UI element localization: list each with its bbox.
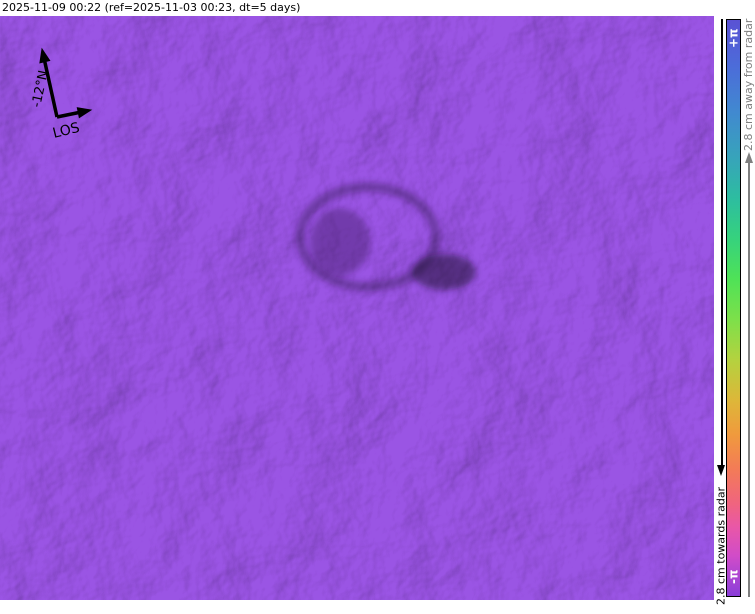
figure-title: 2025-11-09 00:22 (ref=2025-11-03 00:23, … — [0, 0, 755, 16]
orientation-compass: -12°N LOS — [16, 34, 136, 159]
colorbar-strip — [726, 19, 741, 597]
colorbar-bottom-tick: -π — [726, 560, 741, 594]
los-arrow-icon — [57, 108, 91, 118]
up-arrow-icon — [745, 152, 753, 163]
up-arrow-stem — [748, 163, 750, 597]
down-arrow-stem — [721, 19, 723, 465]
colorbar-panel: +π -π 2.8 cm away from radar 2.8 cm towa… — [714, 16, 755, 600]
interferogram-map: -12°N LOS — [0, 16, 714, 600]
north-arrow-label: -12°N — [29, 69, 51, 109]
los-arrow-label: LOS — [51, 120, 81, 142]
colorbar-top-tick: +π — [726, 21, 741, 55]
away-from-radar-annotation: 2.8 cm away from radar — [742, 20, 755, 150]
down-arrow-icon — [717, 465, 725, 476]
